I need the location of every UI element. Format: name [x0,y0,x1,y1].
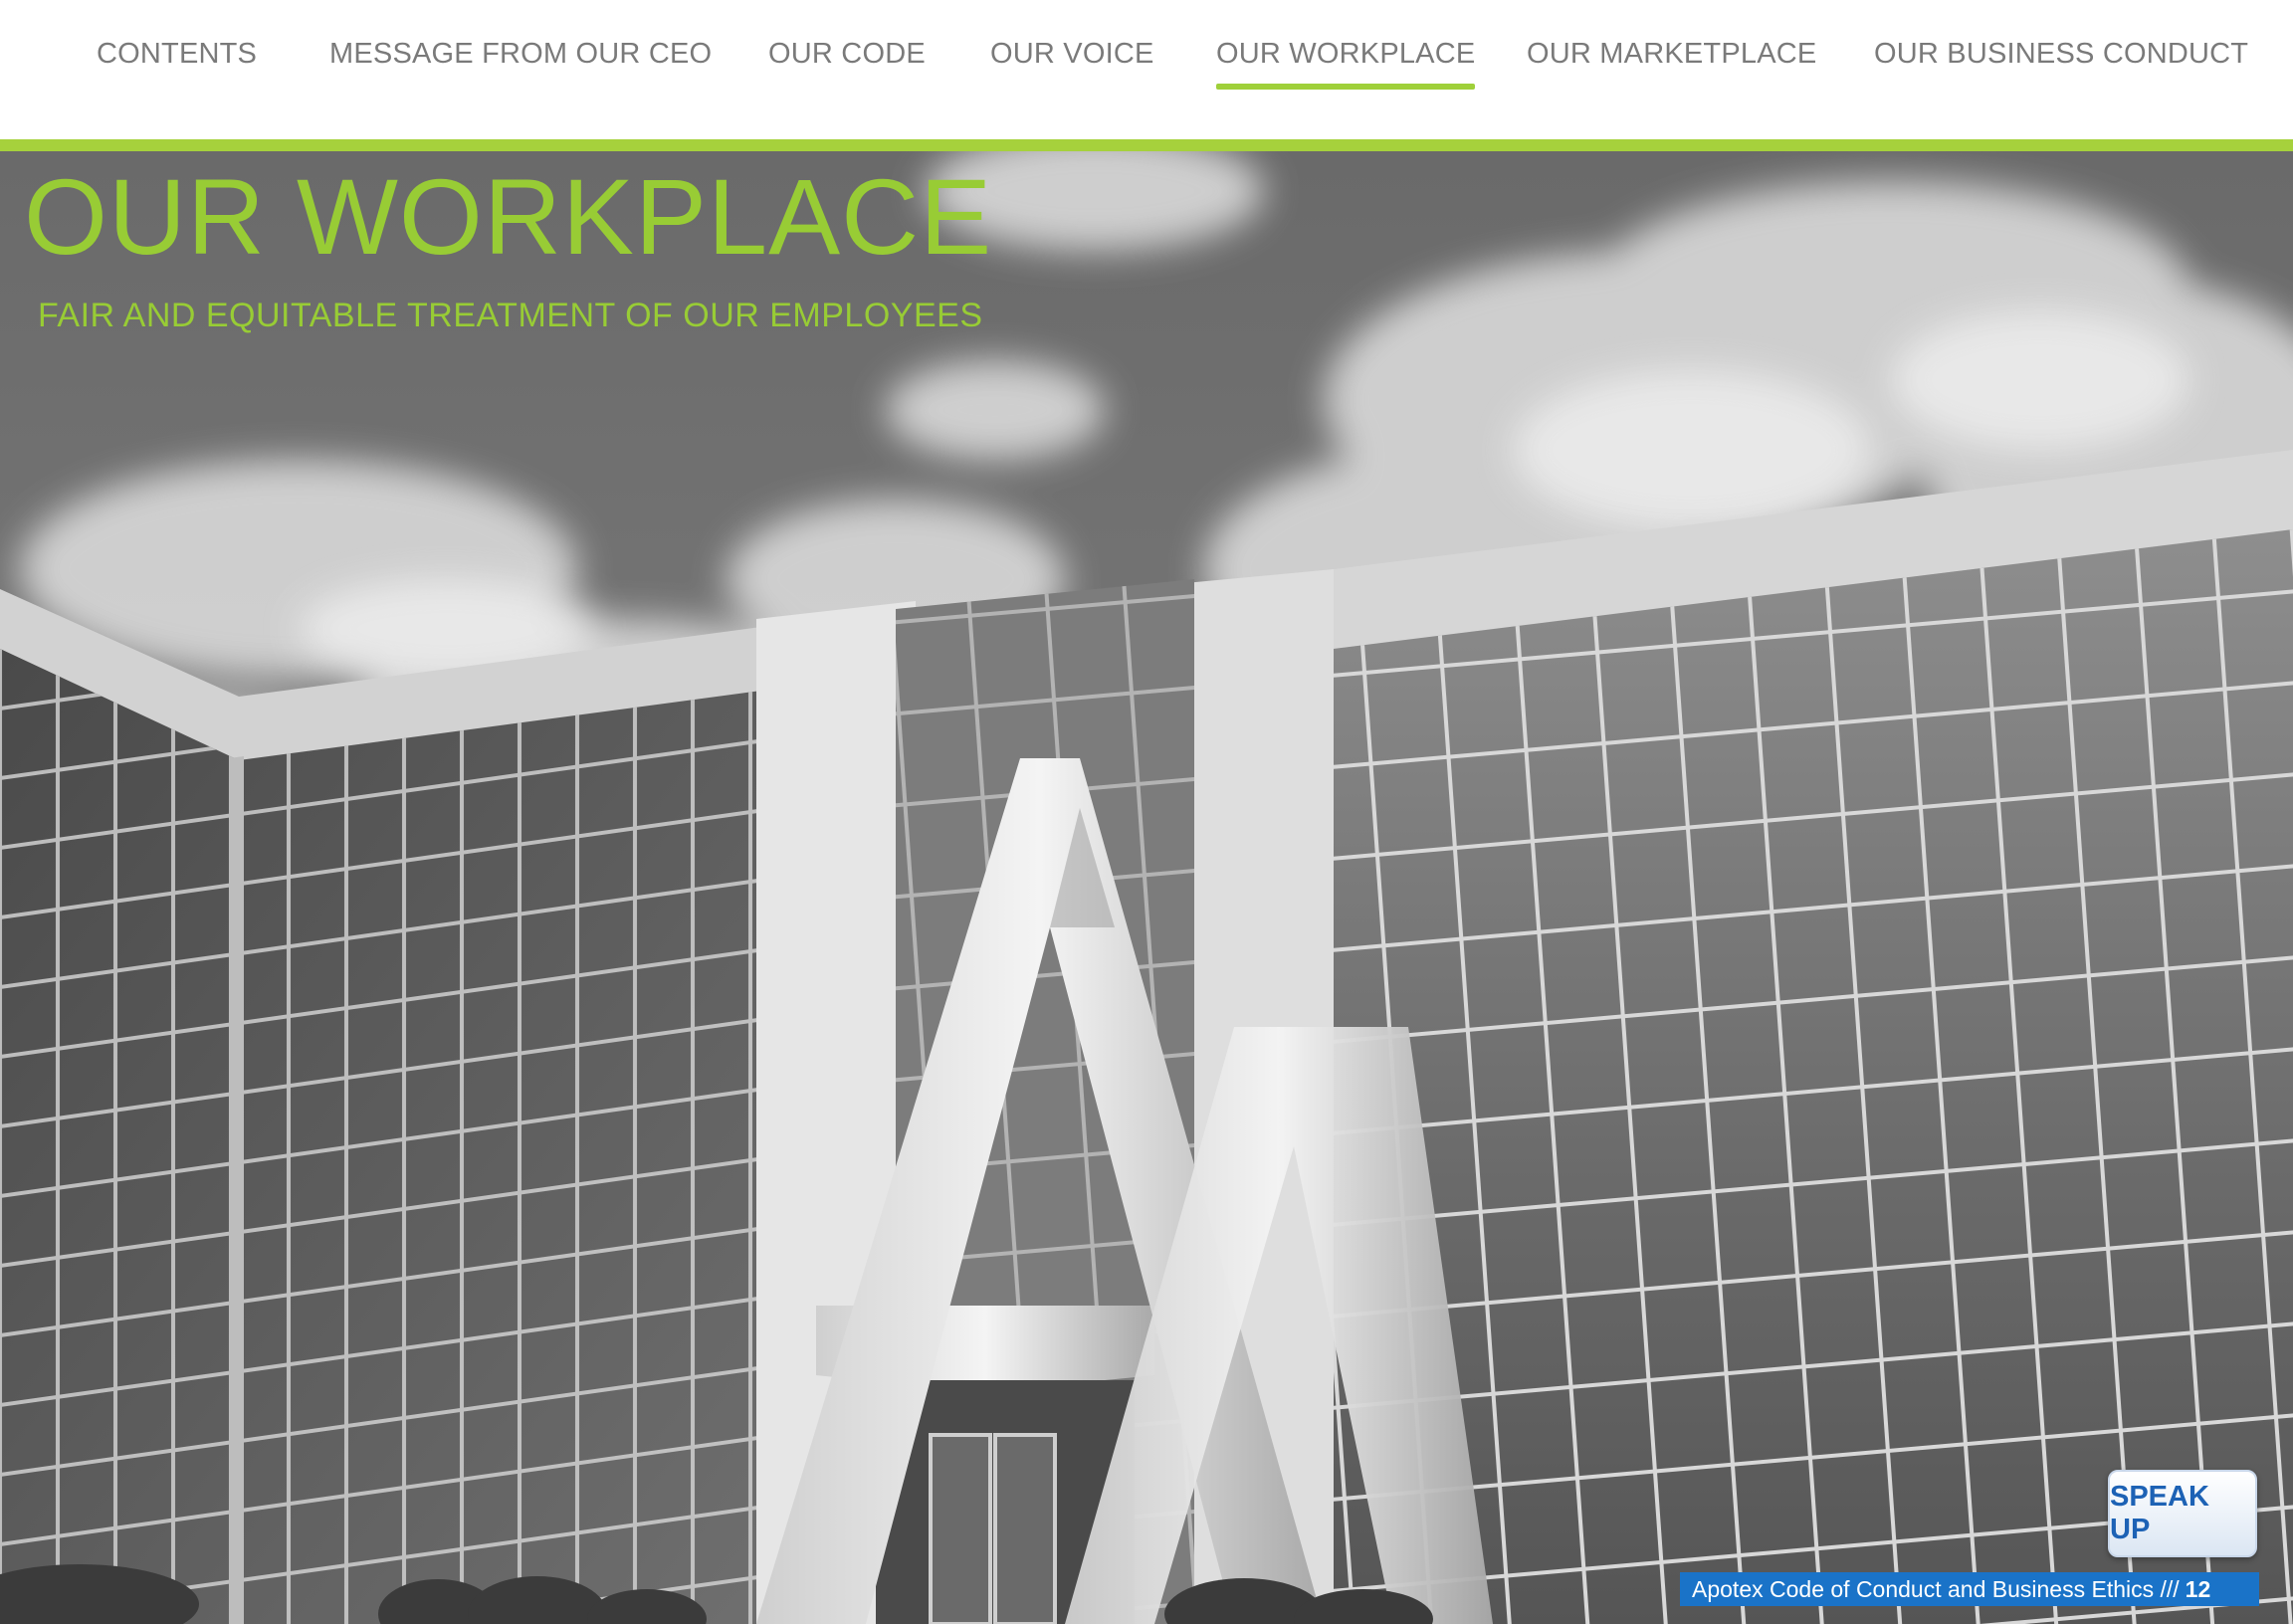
hero-photo [0,151,2293,1624]
nav-divider [0,139,2293,151]
top-navigation: CONTENTS MESSAGE FROM OUR CEO OUR CODE O… [0,0,2293,139]
nav-item-message-from-ceo[interactable]: MESSAGE FROM OUR CEO [329,38,712,98]
nav-item-our-voice[interactable]: OUR VOICE [990,38,1154,98]
page-number: 12 [2185,1576,2211,1602]
nav-item-our-marketplace[interactable]: OUR MARKETPLACE [1527,38,1816,98]
page-subtitle: FAIR AND EQUITABLE TREATMENT OF OUR EMPL… [38,297,983,334]
speak-up-button[interactable]: SPEAK UP [2108,1470,2257,1557]
building-illustration [0,151,2293,1624]
footer-bar: Apotex Code of Conduct and Business Ethi… [1680,1572,2259,1606]
nav-item-our-code[interactable]: OUR CODE [768,38,926,98]
nav-item-our-business-conduct[interactable]: OUR BUSINESS CONDUCT [1874,38,2248,98]
nav-item-contents[interactable]: CONTENTS [97,38,257,98]
nav-item-our-workplace[interactable]: OUR WORKPLACE [1216,38,1476,98]
page-title: OUR WORKPLACE [24,156,993,277]
footer-document-title: Apotex Code of Conduct and Business Ethi… [1692,1576,2180,1602]
